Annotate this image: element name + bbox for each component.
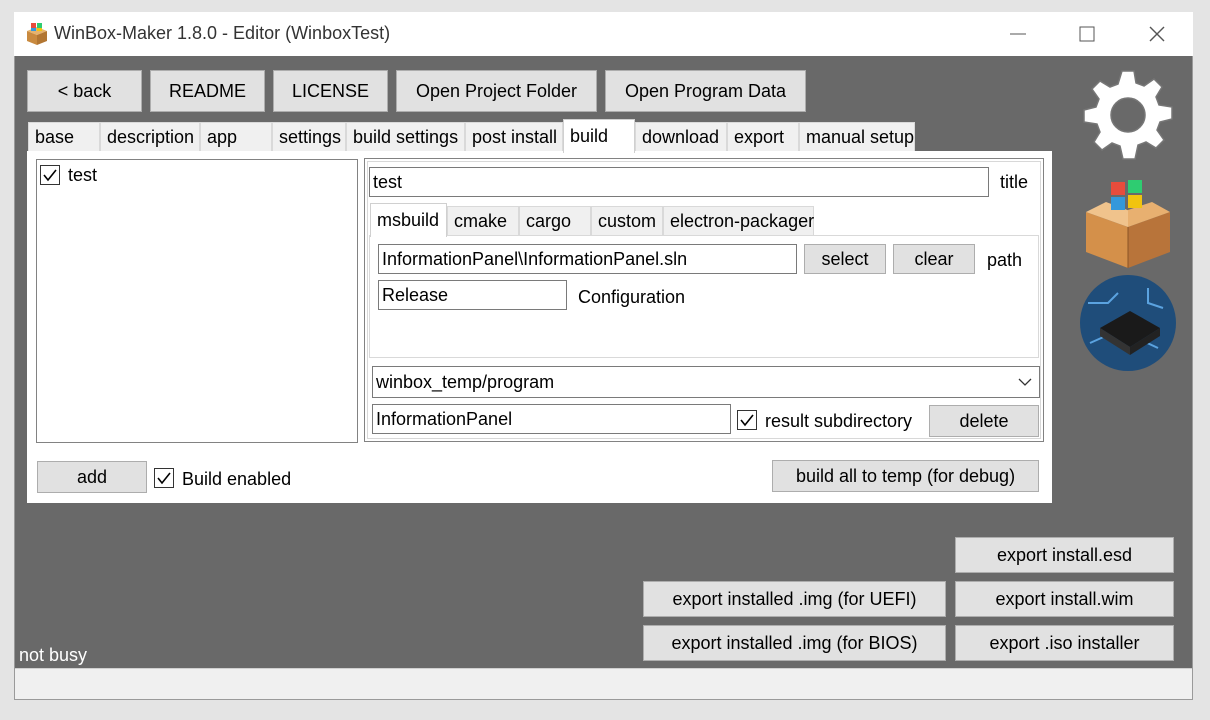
tab-build-settings[interactable]: build settings (346, 122, 465, 152)
build-list-item-label[interactable]: test (68, 165, 97, 186)
build-list[interactable] (36, 159, 358, 443)
export-installed-img-uefi-button[interactable]: export installed .img (for UEFI) (643, 581, 946, 617)
tab-download[interactable]: download (635, 122, 727, 152)
subtab-cargo[interactable]: cargo (519, 206, 591, 236)
tab-post-install[interactable]: post install (465, 122, 563, 152)
clear-button[interactable]: clear (893, 244, 975, 274)
path-label: path (987, 250, 1023, 270)
subtab-msbuild[interactable]: msbuild (370, 203, 447, 237)
tab-app[interactable]: app (200, 122, 272, 152)
build-all-to-temp-button[interactable]: build all to temp (for debug) (772, 460, 1039, 492)
delete-button[interactable]: delete (929, 405, 1039, 437)
chip-icon[interactable] (1078, 273, 1178, 373)
configuration-label: Configuration (578, 287, 686, 307)
tab-export[interactable]: export (727, 122, 799, 152)
build-enabled-label: Build enabled (182, 469, 292, 489)
export-install-esd-button[interactable]: export install.esd (955, 537, 1174, 573)
export-iso-installer-button[interactable]: export .iso installer (955, 625, 1174, 661)
subtab-electron-packager[interactable]: electron-packager (663, 206, 814, 236)
configuration-input[interactable]: Release (378, 280, 567, 310)
readme-button[interactable]: README (150, 70, 265, 112)
path-input[interactable]: InformationPanel\InformationPanel.sln (378, 244, 797, 274)
open-program-data-button[interactable]: Open Program Data (605, 70, 806, 112)
tab-description[interactable]: description (100, 122, 200, 152)
title-input[interactable]: test (369, 167, 989, 197)
output-dir-value: winbox_temp/program (376, 371, 555, 392)
tab-settings[interactable]: settings (272, 122, 346, 152)
export-installed-img-bios-button[interactable]: export installed .img (for BIOS) (643, 625, 946, 661)
status-bar (15, 668, 1192, 699)
app-icon (25, 22, 49, 46)
tab-build[interactable]: build (563, 119, 635, 153)
window-title: WinBox-Maker 1.8.0 - Editor (WinboxTest) (54, 23, 391, 43)
export-install-wim-button[interactable]: export install.wim (955, 581, 1174, 617)
windows-box-icon[interactable] (1078, 172, 1178, 272)
title-label: title (1000, 172, 1029, 192)
subtab-custom[interactable]: custom (591, 206, 663, 236)
output-dir-select[interactable]: winbox_temp/program (372, 366, 1040, 398)
close-icon[interactable] (1137, 20, 1177, 48)
add-button[interactable]: add (37, 461, 147, 493)
tab-manual-setup[interactable]: manual setup (799, 122, 915, 152)
status-text: not busy (19, 645, 88, 665)
select-button[interactable]: select (804, 244, 886, 274)
result-subdirectory-checkbox[interactable] (737, 410, 757, 430)
gear-icon[interactable] (1078, 67, 1178, 167)
chevron-down-icon[interactable] (1014, 370, 1036, 394)
open-project-folder-button[interactable]: Open Project Folder (396, 70, 597, 112)
result-name-input[interactable]: InformationPanel (372, 404, 731, 434)
back-button[interactable]: < back (27, 70, 142, 112)
subtab-cmake[interactable]: cmake (447, 206, 519, 236)
license-button[interactable]: LICENSE (273, 70, 388, 112)
result-subdirectory-label: result subdirectory (765, 411, 913, 431)
minimize-icon[interactable] (998, 20, 1038, 48)
build-enabled-checkbox[interactable] (154, 468, 174, 488)
build-item-checkbox[interactable] (40, 165, 60, 185)
tab-base[interactable]: base (28, 122, 100, 152)
maximize-icon[interactable] (1067, 20, 1107, 48)
